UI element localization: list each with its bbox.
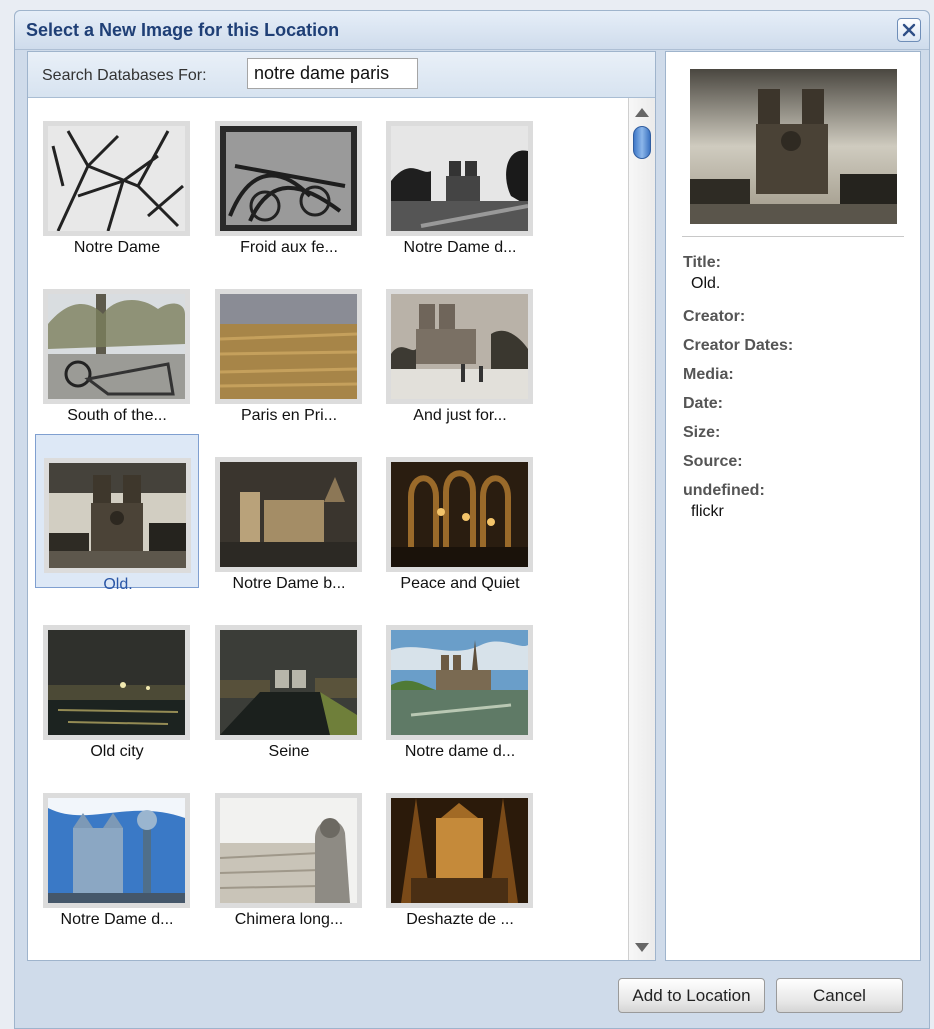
thumbnail-image	[220, 462, 357, 567]
thumbnail-caption: Notre Dame b...	[232, 575, 346, 592]
thumbnail-frame	[43, 121, 190, 236]
thumbnail-caption: Notre Dame d...	[60, 911, 174, 928]
image-result-item[interactable]: Old.	[35, 434, 199, 593]
undefined-value: flickr	[691, 503, 724, 520]
results-panel: Search Databases For: Notre Dame Froid au…	[27, 51, 656, 961]
image-result-item[interactable]: Notre Dame b...	[207, 434, 371, 592]
search-label: Search Databases For:	[42, 67, 207, 84]
thumbnail-image	[49, 463, 186, 568]
cancel-button[interactable]: Cancel	[776, 978, 903, 1013]
thumbnail-frame	[386, 289, 533, 404]
thumbnail-frame	[386, 793, 533, 908]
image-result-item[interactable]: Peace and Quiet	[378, 434, 542, 592]
thumbnail-image	[391, 630, 528, 735]
thumbnail-caption: Paris en Pri...	[240, 407, 338, 424]
thumbnail-image	[220, 126, 357, 231]
image-result-item[interactable]: And just for...	[378, 266, 542, 424]
preview-divider	[682, 236, 904, 237]
thumbnail-caption: Froid aux fe...	[240, 239, 338, 256]
creator-label: Creator:	[683, 308, 746, 325]
thumbnail-frame	[215, 121, 362, 236]
thumbnail-frame	[43, 625, 190, 740]
thumbnail-frame	[386, 625, 533, 740]
results-scroll-area[interactable]: Notre Dame Froid aux fe... Notre Dame d...…	[28, 98, 628, 960]
thumbnail-caption: Old.	[103, 576, 133, 593]
thumbnail-caption: Chimera long...	[234, 911, 344, 928]
media-label: Media:	[683, 366, 734, 383]
thumbnail-caption: And just for...	[413, 407, 507, 424]
image-result-item[interactable]: Seine	[207, 602, 371, 760]
preview-image	[690, 69, 897, 224]
image-result-item[interactable]: Notre Dame d...	[378, 98, 542, 256]
search-input[interactable]	[247, 58, 418, 89]
scrollbar-thumb[interactable]	[633, 126, 651, 159]
image-result-item[interactable]: South of the...	[35, 266, 199, 424]
thumbnail-caption: Seine	[268, 743, 310, 760]
thumbnail-image	[48, 798, 185, 903]
image-picker-dialog: Select a New Image for this Location Sea…	[14, 10, 930, 1029]
add-to-location-button[interactable]: Add to Location	[618, 978, 765, 1013]
thumbnail-frame	[215, 289, 362, 404]
thumbnail-frame	[386, 121, 533, 236]
thumbnail-caption: Notre Dame d...	[403, 239, 517, 256]
thumbnail-image	[48, 294, 185, 399]
image-result-item[interactable]: Notre Dame d...	[35, 770, 199, 928]
thumbnail-frame	[43, 289, 190, 404]
thumbnail-grid: Notre Dame Froid aux fe... Notre Dame d...…	[28, 98, 628, 960]
image-result-item[interactable]: Deshazte de ...	[378, 770, 542, 928]
thumbnail-frame	[44, 458, 191, 573]
search-bar: Search Databases For:	[28, 52, 655, 98]
scroll-up-arrow-icon[interactable]	[635, 108, 649, 117]
thumbnail-caption: Deshazte de ...	[406, 911, 514, 928]
date-label: Date:	[683, 395, 724, 412]
thumbnail-image	[48, 630, 185, 735]
thumbnail-caption: Old city	[90, 743, 144, 760]
thumbnail-image	[391, 462, 528, 567]
title-value: Old.	[691, 275, 721, 292]
thumbnail-image	[220, 294, 357, 399]
details-panel: Title: Old. Creator: Creator Dates: Medi…	[665, 51, 921, 961]
thumbnail-caption: Notre dame d...	[404, 743, 516, 760]
image-result-item[interactable]: Notre dame d...	[378, 602, 542, 760]
image-result-item[interactable]: Chimera long...	[207, 770, 371, 928]
scroll-down-arrow-icon[interactable]	[635, 943, 649, 952]
thumbnail-image	[391, 798, 528, 903]
thumbnail-image	[391, 294, 528, 399]
thumbnail-image	[391, 126, 528, 231]
metadata-list: Title: Old. Creator: Creator Dates: Medi…	[683, 248, 913, 530]
thumbnail-frame	[386, 457, 533, 572]
thumbnail-frame	[215, 457, 362, 572]
thumbnail-image	[220, 630, 357, 735]
thumbnail-caption: Peace and Quiet	[400, 575, 520, 592]
vertical-scrollbar[interactable]	[628, 98, 655, 960]
size-label: Size:	[683, 424, 721, 441]
thumbnail-image	[220, 798, 357, 903]
image-result-item[interactable]: Froid aux fe...	[207, 98, 371, 256]
dialog-titlebar: Select a New Image for this Location	[15, 11, 929, 50]
image-result-item[interactable]: Paris en Pri...	[207, 266, 371, 424]
creator-dates-label: Creator Dates:	[683, 337, 794, 354]
image-result-item[interactable]: Old city	[35, 602, 199, 760]
dialog-title: Select a New Image for this Location	[26, 20, 340, 40]
source-label: Source:	[683, 453, 743, 470]
thumbnail-caption: Notre Dame	[73, 239, 161, 256]
image-result-item[interactable]: Notre Dame	[35, 98, 199, 256]
thumbnail-caption: South of the...	[67, 407, 167, 424]
thumbnail-frame	[215, 625, 362, 740]
thumbnail-image	[48, 126, 185, 231]
close-icon	[902, 23, 916, 37]
thumbnail-frame	[215, 793, 362, 908]
close-button[interactable]	[897, 18, 921, 42]
thumbnail-frame	[43, 793, 190, 908]
